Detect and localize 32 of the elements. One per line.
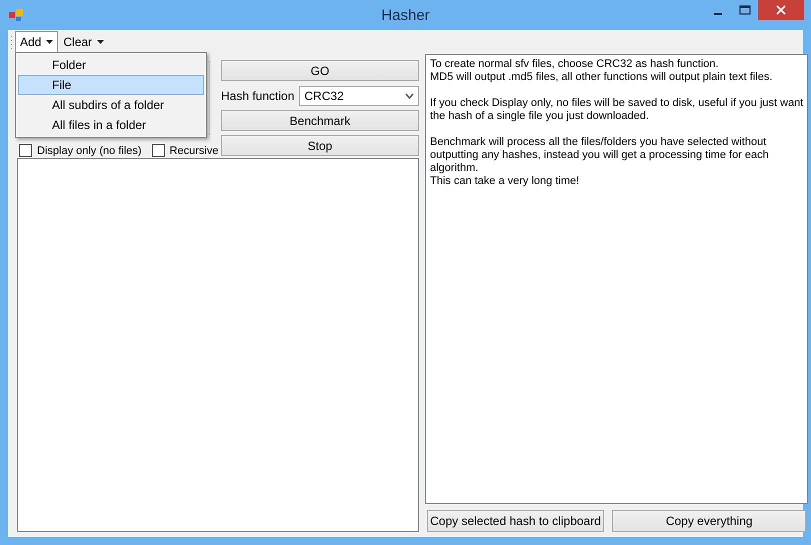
checkbox-label: Display only (no files)	[37, 144, 142, 156]
window-title: Hasher	[381, 6, 430, 24]
menu-item[interactable]: Clear	[58, 31, 110, 53]
menu-option[interactable]: Folder	[18, 55, 204, 75]
info-paragraph: If you check Display only, no files will be saved to disk, useful if you just want the hash of a single file you just downloaded.	[430, 97, 804, 123]
go-button[interactable]: GO	[221, 60, 419, 81]
caret-icon	[46, 40, 54, 44]
minimize-icon	[714, 13, 722, 15]
menu-option[interactable]: All files in a folder	[18, 115, 204, 135]
checkbox[interactable]: Display only (no files)	[19, 144, 142, 157]
close-button[interactable]	[758, 0, 804, 20]
hash-function-select[interactable]: CRC32	[299, 86, 419, 106]
menu-option[interactable]: All subdirs of a folder	[18, 95, 204, 115]
stop-button[interactable]: Stop	[221, 135, 419, 156]
menu-item[interactable]: Add	[15, 31, 58, 53]
menu-option[interactable]: File	[18, 75, 204, 95]
checkbox[interactable]: Recursive	[152, 144, 218, 157]
close-icon	[776, 5, 786, 15]
chevron-icon	[405, 92, 414, 98]
caret-icon	[97, 40, 104, 44]
copy-button[interactable]: Copy everything	[612, 510, 806, 532]
checkbox-label: Recursive	[170, 144, 218, 156]
maximize-icon	[738, 5, 750, 15]
info-paragraph: Benchmark will process all the files/folders you have selected without outputting any hashes, instead you will get a processing time for each algorithm. This can take a very long time!	[430, 136, 770, 188]
copy-button[interactable]: Copy selected hash to clipboard	[427, 510, 604, 532]
app-icon	[8, 7, 24, 23]
benchmark-button[interactable]: Benchmark	[221, 110, 419, 131]
checkbox-box[interactable]	[19, 144, 32, 157]
info-textbox[interactable]	[425, 54, 808, 504]
checkbox-box[interactable]	[152, 144, 165, 157]
info-paragraph: To create normal sfv files, choose CRC32 as hash function. MD5 will output .md5 files, all other functions will output plain text files.	[430, 58, 774, 84]
hash-function-label: Hash function	[221, 88, 294, 102]
